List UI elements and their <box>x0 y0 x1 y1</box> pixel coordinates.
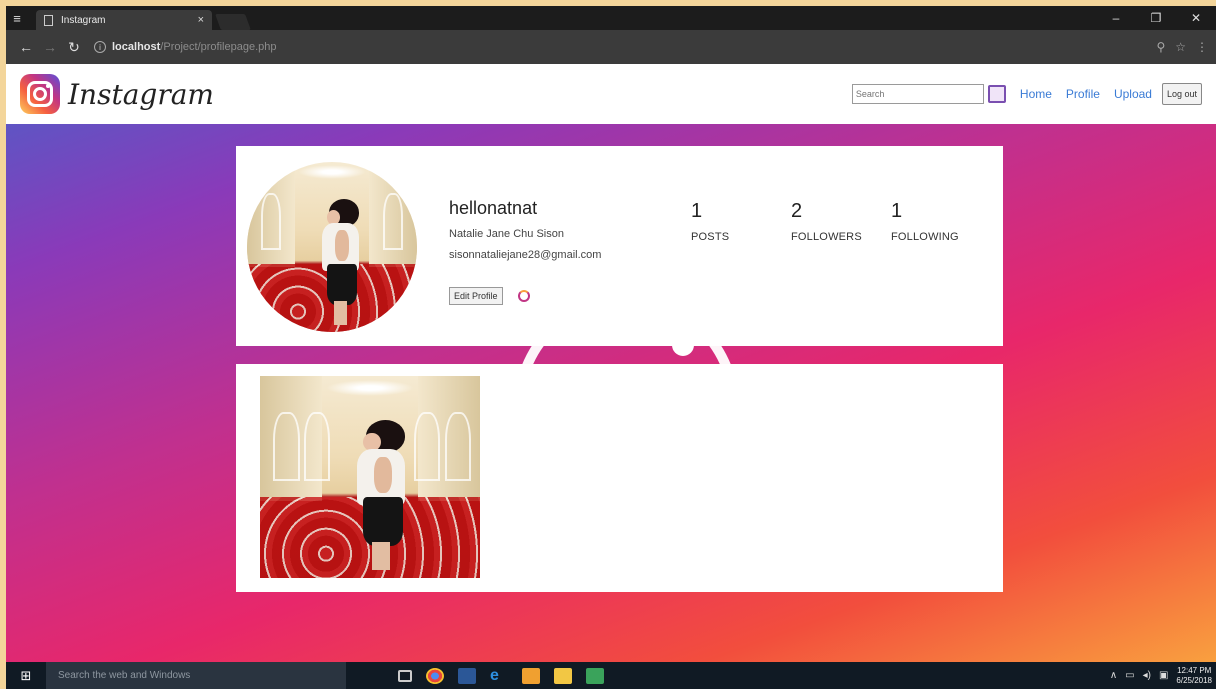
brand-wordmark[interactable]: Instagram <box>68 78 214 111</box>
loading-spinner-icon <box>518 290 530 302</box>
system-tray: ∧ ▭ ◂) ▣ 12:47 PM 6/25/2018 <box>1110 666 1216 686</box>
clock-time: 12:47 PM <box>1177 665 1212 675</box>
photo-arch <box>273 412 300 482</box>
search-input[interactable] <box>851 84 984 104</box>
address-bar[interactable]: i localhost /Project/profilepage.php <box>94 35 1148 59</box>
camera-dot <box>46 84 50 88</box>
back-icon[interactable]: ← <box>14 39 38 55</box>
edge-icon[interactable]: e <box>490 667 508 684</box>
window-menu-icon[interactable]: ≡ <box>6 6 28 30</box>
forward-icon[interactable]: → <box>38 39 62 55</box>
browser-tab[interactable]: Instagram × <box>36 10 212 30</box>
reload-icon[interactable]: ↻ <box>62 39 86 56</box>
photo-arch <box>444 412 472 482</box>
avatar-photo <box>247 162 417 332</box>
site-navbar: Instagram Home Profile Upload Log out <box>6 64 1216 124</box>
post-thumbnail[interactable] <box>260 376 480 578</box>
taskbar-search[interactable]: Search the web and Windows <box>46 662 346 689</box>
url-path: /Project/profilepage.php <box>160 41 277 53</box>
tab-close-icon[interactable]: × <box>198 14 204 26</box>
photo-person-skirt <box>363 497 403 546</box>
stat-label: FOLLOWING <box>891 231 959 243</box>
profile-username: hellonatnat <box>449 198 538 218</box>
photo-chandelier <box>298 165 366 179</box>
stat-value: 1 <box>691 200 703 222</box>
screen: ≡ Instagram × – ❐ ✕ ← → ↻ i localhost /P… <box>6 6 1216 689</box>
nav-link-profile[interactable]: Profile <box>1066 87 1100 101</box>
photo-arch <box>260 192 281 251</box>
store-icon[interactable] <box>458 667 476 684</box>
search-button[interactable] <box>987 85 1006 103</box>
toolbar-icons: ⚲ ☆ ⋮ <box>1156 40 1208 54</box>
photo-person-skirt <box>326 264 358 305</box>
photo-person-back <box>335 230 349 261</box>
photo-chandelier <box>326 380 414 397</box>
profile-card: hellonatnat Natalie Jane Chu Sison sison… <box>236 146 1003 346</box>
photo-person-back <box>374 456 392 494</box>
avatar <box>247 162 417 332</box>
clock-date: 6/25/2018 <box>1176 675 1212 685</box>
stat-following[interactable]: 1 FOLLOWING <box>891 200 959 243</box>
stat-label: FOLLOWERS <box>791 231 862 243</box>
photo-person-legs <box>333 301 348 326</box>
app-icon[interactable] <box>522 667 540 684</box>
page-icon <box>44 14 53 26</box>
network-icon[interactable]: ▭ <box>1125 670 1134 681</box>
info-icon[interactable]: i <box>94 41 106 53</box>
nav-link-upload[interactable]: Upload <box>1114 87 1152 101</box>
stat-label: POSTS <box>691 231 730 243</box>
photo-person-face <box>363 432 381 451</box>
tray-expand-icon[interactable]: ∧ <box>1110 670 1117 681</box>
photo-arch <box>383 192 404 251</box>
bookmark-star-icon[interactable]: ☆ <box>1175 40 1186 54</box>
volume-icon[interactable]: ◂) <box>1143 670 1151 681</box>
windows-start-icon[interactable]: ⊞ <box>6 662 46 689</box>
url-host: localhost <box>112 41 161 53</box>
new-tab-button[interactable] <box>215 14 251 30</box>
photo-arch <box>414 412 441 482</box>
maximize-icon[interactable]: ❐ <box>1136 6 1176 30</box>
minimize-icon[interactable]: – <box>1096 6 1136 30</box>
file-explorer-icon[interactable] <box>554 667 572 684</box>
notepad-icon[interactable] <box>586 667 604 684</box>
logout-button[interactable]: Log out <box>1161 83 1202 105</box>
zoom-icon[interactable]: ⚲ <box>1156 40 1165 54</box>
page-viewport: Instagram Home Profile Upload Log out <box>6 64 1216 662</box>
browser-tab-bar: ≡ Instagram × – ❐ ✕ <box>6 6 1216 30</box>
photo-person-legs <box>372 541 390 570</box>
windows-taskbar: ⊞ Search the web and Windows e ∧ ▭ ◂) ▣ … <box>6 662 1216 689</box>
camera-lens <box>33 87 47 101</box>
taskbar-clock[interactable]: 12:47 PM 6/25/2018 <box>1176 666 1212 686</box>
stat-value: 1 <box>891 200 903 222</box>
photo-arch <box>304 412 331 482</box>
browser-menu-icon[interactable]: ⋮ <box>1196 40 1208 54</box>
task-view-icon[interactable] <box>398 669 412 682</box>
profile-email: sisonnataliejane28@gmail.com <box>449 249 602 261</box>
window-controls: – ❐ ✕ <box>1096 6 1216 30</box>
nav-actions: Home Profile Upload Log out <box>851 83 1202 105</box>
profile-full-name: Natalie Jane Chu Sison <box>449 228 564 240</box>
posts-card <box>236 364 1003 592</box>
post-photo <box>260 376 480 578</box>
stat-followers[interactable]: 2 FOLLOWERS <box>791 200 862 243</box>
notification-icon[interactable]: ▣ <box>1159 670 1168 681</box>
nav-link-home[interactable]: Home <box>1020 87 1052 101</box>
browser-toolbar: ← → ↻ i localhost /Project/profilepage.p… <box>6 30 1216 64</box>
tab-title: Instagram <box>61 14 106 26</box>
chrome-icon[interactable] <box>426 667 444 684</box>
close-icon[interactable]: ✕ <box>1176 6 1216 30</box>
stat-posts: 1 POSTS <box>691 200 729 243</box>
taskbar-apps: e <box>398 667 604 684</box>
edit-profile-button[interactable]: Edit Profile <box>449 287 503 305</box>
stat-value: 2 <box>791 200 803 222</box>
instagram-logo-icon[interactable] <box>20 74 60 114</box>
